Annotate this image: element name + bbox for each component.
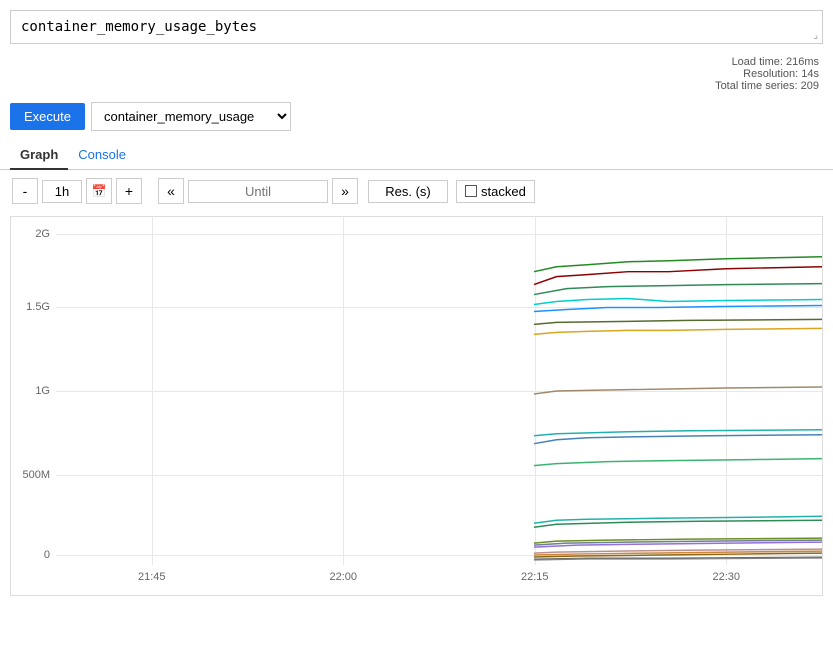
until-input[interactable] bbox=[188, 180, 328, 203]
execute-button[interactable]: Execute bbox=[10, 103, 85, 130]
metric-select[interactable]: container_memory_usage bbox=[91, 102, 291, 131]
fast-forward-button[interactable]: » bbox=[332, 178, 358, 204]
y-label-1g: 1G bbox=[35, 385, 50, 397]
tabs: Graph Console bbox=[0, 141, 833, 170]
duration-input[interactable] bbox=[42, 180, 82, 203]
query-input[interactable] bbox=[11, 11, 822, 43]
zoom-in-button[interactable]: + bbox=[116, 178, 142, 204]
y-axis: 2G 1.5G 1G 500M 0 bbox=[11, 217, 56, 565]
chart-container: 2G 1.5G 1G 500M 0 bbox=[10, 216, 823, 596]
y-label-0: 0 bbox=[44, 549, 50, 561]
x-label-2230: 22:30 bbox=[712, 571, 740, 583]
y-label-1-5g: 1.5G bbox=[26, 301, 50, 313]
x-label-2200: 22:00 bbox=[329, 571, 357, 583]
top-info: Load time: 216ms Resolution: 14s Total t… bbox=[0, 54, 833, 96]
x-label-2145: 21:45 bbox=[138, 571, 166, 583]
chart-svg bbox=[56, 217, 822, 565]
res-button[interactable]: Res. (s) bbox=[368, 180, 448, 203]
y-label-2g: 2G bbox=[35, 228, 50, 240]
x-axis: 21:45 22:00 22:15 22:30 bbox=[56, 565, 822, 595]
calendar-button[interactable]: 📅 bbox=[86, 178, 112, 204]
x-label-2215: 22:15 bbox=[521, 571, 549, 583]
graph-controls: - 📅 + « » Res. (s) stacked bbox=[0, 170, 833, 212]
query-bar: ⌟ bbox=[10, 10, 823, 44]
tab-console[interactable]: Console bbox=[68, 141, 136, 170]
zoom-out-button[interactable]: - bbox=[12, 178, 38, 204]
stacked-button[interactable]: stacked bbox=[456, 180, 535, 203]
y-label-500m: 500M bbox=[22, 469, 50, 481]
tab-graph[interactable]: Graph bbox=[10, 141, 68, 170]
load-time: Load time: 216ms bbox=[732, 56, 819, 68]
chart-inner bbox=[56, 217, 822, 565]
total-time-series: Total time series: 209 bbox=[715, 80, 819, 92]
resize-handle: ⌟ bbox=[813, 30, 818, 41]
stacked-label: stacked bbox=[481, 184, 526, 199]
rewind-button[interactable]: « bbox=[158, 178, 184, 204]
resolution: Resolution: 14s bbox=[743, 68, 819, 80]
stacked-icon bbox=[465, 185, 477, 197]
toolbar: Execute container_memory_usage bbox=[0, 96, 833, 137]
